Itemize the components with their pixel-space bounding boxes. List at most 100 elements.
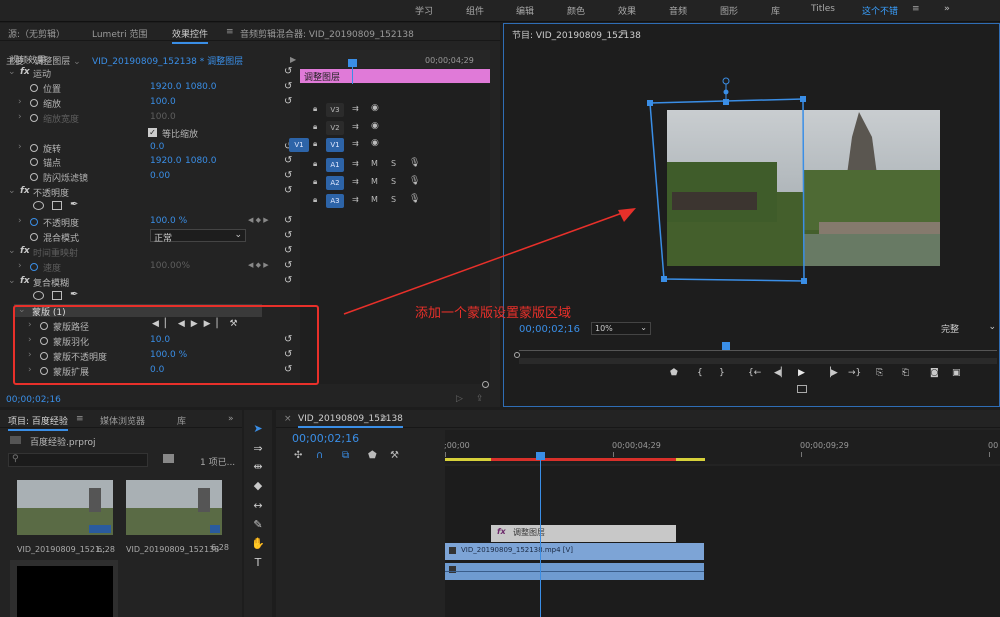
lock-icon[interactable]: 🔒︎ [313, 139, 317, 149]
reset-icon[interactable]: ↺ [284, 81, 292, 92]
project-menu-icon[interactable]: ≡ [76, 414, 84, 424]
fx-icon[interactable]: fx [20, 186, 30, 196]
program-playhead[interactable] [722, 342, 730, 350]
ellipse-mask-icon[interactable] [33, 201, 44, 211]
tab-source[interactable]: 源:（无剪辑） [8, 27, 65, 40]
microphone-icon[interactable]: 🎙︎ [409, 176, 420, 186]
wrench-icon[interactable]: ⚒ [390, 450, 399, 461]
chevron-down-icon[interactable]: ⌄ [8, 186, 16, 196]
track-header[interactable]: V1 🔒︎ V1 ⇉ ◉ [276, 137, 444, 154]
program-menu-icon[interactable]: ≡ [620, 28, 628, 38]
insert-icon[interactable]: ⎘ [876, 368, 883, 378]
effect-row[interactable]: ✒ [0, 289, 300, 305]
ws-graphics[interactable]: 图形 [720, 4, 738, 17]
reset-icon[interactable]: ↺ [284, 260, 292, 271]
thumbnail-2[interactable] [126, 480, 222, 535]
track-header[interactable]: 🔒︎ V3 ⇉ ◉ [276, 102, 444, 119]
property-value[interactable]: 0.0 [150, 142, 164, 152]
eye-icon[interactable]: ◉ [371, 121, 379, 131]
ellipse-mask-icon[interactable] [33, 290, 44, 300]
tab-audio-mixer[interactable]: 音频剪辑混合器: VID_20190809_152138 [240, 27, 414, 40]
chevron-right-icon[interactable]: › [18, 112, 22, 122]
effect-row[interactable]: › 缩放宽度 100.0 [0, 111, 300, 126]
ws-effects[interactable]: 效果 [618, 4, 636, 17]
ws-audio[interactable]: 音频 [669, 4, 687, 17]
sync-lock-icon[interactable]: ⇉ [352, 104, 359, 113]
track-header[interactable]: 🔒︎ A2 ⇉ M S 🎙︎ [276, 175, 444, 192]
track-target[interactable]: V2 [326, 121, 344, 135]
ws-color[interactable]: 颜色 [567, 4, 585, 17]
export-icon[interactable]: ⇪ [476, 394, 484, 404]
video-clip[interactable]: VID_20190809_152138.mp4 [V] [445, 543, 704, 560]
zoom-select[interactable]: 10% ⌄ [591, 322, 651, 335]
ws-editing[interactable]: 编辑 [516, 4, 534, 17]
button-editor-icon[interactable]: ▣ [952, 368, 961, 378]
source-patch-toggle[interactable]: V1 [289, 138, 309, 152]
compare-view-icon[interactable] [797, 385, 807, 393]
go-to-out-icon[interactable]: →} [848, 368, 861, 378]
mask-rotate-handle[interactable] [722, 77, 730, 85]
adjustment-layer-bar[interactable]: 调整图层 [300, 69, 490, 83]
pen-mask-icon[interactable]: ✒ [70, 289, 78, 300]
keyframe-nav-icon[interactable]: ◀ ◆ ▶ [248, 216, 269, 224]
program-scrubber[interactable] [519, 350, 997, 351]
reset-icon[interactable]: ↺ [284, 275, 292, 286]
type-tool-icon[interactable]: T [248, 556, 268, 572]
effect-row[interactable]: › 速度 100.00% ◀ ◆ ▶ ↺ [0, 260, 300, 275]
property-value[interactable]: 0.00 [150, 171, 170, 181]
track-header[interactable]: 🔒︎ A3 ⇉ M S 🎙︎ [276, 193, 444, 210]
solo-button[interactable]: S [391, 177, 396, 186]
effect-row[interactable]: ⌄ fx 时间重映射 ↺ [0, 245, 300, 260]
effect-row[interactable]: › 不透明度 100.0 % ◀ ◆ ▶ ↺ [0, 215, 300, 230]
ws-titles[interactable]: Titles [811, 4, 835, 14]
tab-media-browser[interactable]: 媒体浏览器 [100, 414, 145, 427]
stopwatch-icon[interactable] [30, 158, 38, 167]
fx-icon[interactable]: fx [20, 246, 30, 256]
sync-lock-icon[interactable]: ⇉ [352, 122, 359, 131]
chevron-right-icon[interactable]: › [18, 261, 22, 271]
keyframe-nav-icon[interactable]: ◀ ◆ ▶ [248, 261, 269, 269]
slip-tool-icon[interactable]: ↔ [248, 499, 268, 515]
effect-row[interactable]: ✒ [0, 199, 300, 215]
track-target[interactable]: A3 [326, 194, 344, 208]
timeline-playhead[interactable] [540, 454, 541, 617]
hand-tool-icon[interactable]: ✋ [248, 537, 268, 553]
ec-playhead-handle[interactable] [348, 59, 357, 67]
blend-mode-select[interactable]: 正常 ⌄ [150, 228, 246, 244]
solo-button[interactable]: S [391, 159, 396, 168]
stopwatch-icon[interactable] [30, 83, 38, 92]
property-value[interactable]: 100.0 % [150, 216, 187, 226]
microphone-icon[interactable]: 🎙︎ [409, 194, 420, 204]
checkbox-checked-icon[interactable]: ✓ [148, 127, 157, 137]
ws-overflow-icon[interactable]: » [944, 4, 950, 14]
track-header[interactable]: 🔒︎ A1 ⇉ M S 🎙︎ [276, 157, 444, 174]
lock-icon[interactable]: 🔒︎ [313, 195, 317, 205]
reset-icon[interactable]: ↺ [284, 215, 292, 226]
stopwatch-icon[interactable] [30, 113, 38, 122]
ws-assembly[interactable]: 组件 [466, 4, 484, 17]
lock-icon[interactable]: 🔒︎ [313, 122, 317, 132]
project-search-input[interactable]: ⚲ [8, 453, 148, 467]
track-target[interactable]: A1 [326, 158, 344, 172]
mute-button[interactable]: M [371, 177, 378, 186]
audio-clip[interactable] [445, 563, 704, 580]
property-value[interactable]: 1920.0 [150, 82, 182, 92]
chevron-right-icon[interactable]: › [18, 216, 22, 226]
sync-lock-icon[interactable]: ⇉ [352, 139, 359, 148]
effect-row[interactable]: 锚点 1920.0 1080.0 ↺ [0, 155, 300, 170]
zoom-handle-icon[interactable] [482, 381, 489, 388]
lock-icon[interactable]: 🔒︎ [313, 159, 317, 169]
play-icon[interactable]: ▶ [798, 368, 805, 378]
triangle-right-icon[interactable]: ▶ [290, 55, 296, 64]
sync-lock-icon[interactable]: ⇉ [352, 159, 359, 168]
fx-icon[interactable]: fx [20, 276, 30, 286]
ws-libraries[interactable]: 库 [771, 4, 780, 17]
marker-icon[interactable]: ⬟ [670, 368, 678, 378]
effect-row[interactable]: ⌄ fx 复合模糊 ↺ [0, 275, 300, 290]
ec-timecode[interactable]: 00;00;02;16 [6, 395, 61, 405]
pen-mask-icon[interactable]: ✒ [70, 199, 78, 210]
chevron-right-icon[interactable]: › [18, 142, 22, 152]
track-select-icon[interactable]: ⇒ [248, 442, 268, 458]
property-value[interactable]: 1920.0 [150, 156, 182, 166]
track-target[interactable]: A2 [326, 176, 344, 190]
